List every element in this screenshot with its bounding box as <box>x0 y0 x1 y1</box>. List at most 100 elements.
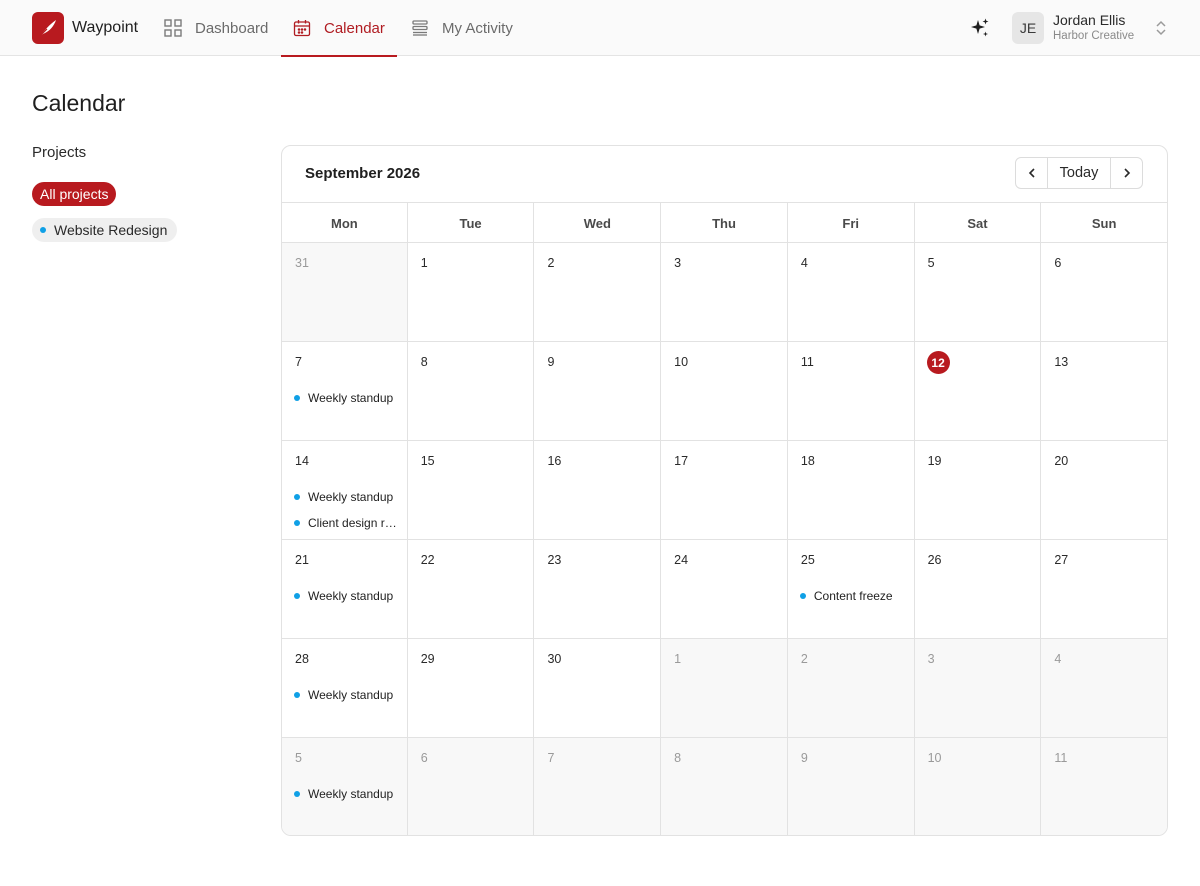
day-cell[interactable]: 3 <box>914 639 1042 737</box>
day-cell[interactable]: 3 <box>661 243 788 341</box>
calendar-event[interactable]: Weekly standup <box>294 385 399 411</box>
day-number: 5 <box>927 256 935 270</box>
week-row: 5 Weekly standup 6 7 8 9 10 11 <box>282 738 1167 835</box>
project-filter-website-redesign[interactable]: Website Redesign <box>32 218 178 242</box>
day-cell[interactable]: 7 <box>534 738 662 835</box>
tab-dashboard[interactable]: Dashboard <box>164 0 268 56</box>
day-cell[interactable]: 2 <box>534 243 662 341</box>
brand[interactable]: Waypoint <box>32 11 138 44</box>
tab-calendar[interactable]: Calendar <box>281 0 397 57</box>
next-month-button[interactable] <box>1111 158 1142 188</box>
user-menu[interactable]: JE Jordan Ellis Harbor Creative <box>1012 11 1168 44</box>
day-cell[interactable]: 8 <box>661 738 788 835</box>
day-cell[interactable]: 9 <box>787 738 915 835</box>
day-cell[interactable]: 21 Weekly standup <box>282 540 408 638</box>
day-number: 2 <box>800 652 808 666</box>
day-cell[interactable]: 1 <box>661 639 788 737</box>
event-dot-icon <box>294 791 300 797</box>
day-cell[interactable]: 19 <box>914 441 1042 539</box>
previous-month-button[interactable] <box>1016 158 1047 188</box>
calendar-event[interactable]: Weekly standup <box>294 484 399 510</box>
day-number: 30 <box>547 652 562 666</box>
day-number: 6 <box>1054 256 1062 270</box>
day-cell[interactable]: 13 <box>1041 342 1167 440</box>
day-cell[interactable]: 9 <box>534 342 662 440</box>
day-cell[interactable]: 28 Weekly standup <box>282 639 408 737</box>
calendar-event[interactable]: Weekly standup <box>294 583 399 609</box>
day-number: 11 <box>800 355 814 369</box>
day-number: 6 <box>420 751 428 765</box>
day-number: 4 <box>800 256 808 270</box>
day-cell[interactable]: 25 Content freeze <box>787 540 915 638</box>
day-cell[interactable]: 6 <box>1041 243 1167 341</box>
day-cell[interactable]: 7 Weekly standup <box>282 342 408 440</box>
day-cell[interactable]: 22 <box>407 540 535 638</box>
day-cell[interactable]: 23 <box>534 540 662 638</box>
day-cell[interactable]: 11 <box>787 342 915 440</box>
day-cell[interactable]: 31 <box>282 243 408 341</box>
day-number: 16 <box>547 454 562 468</box>
day-number: 18 <box>800 454 815 468</box>
day-number: 8 <box>420 355 428 369</box>
event-title: Client design review <box>308 516 399 530</box>
day-cell[interactable]: 1 <box>407 243 535 341</box>
calendar-event[interactable]: Client design review <box>294 510 399 536</box>
day-cell[interactable]: 10 <box>661 342 788 440</box>
calendar-event[interactable]: Weekly standup <box>294 682 399 708</box>
day-cell[interactable]: 4 <box>1041 639 1167 737</box>
day-cell-today[interactable]: 12 <box>914 342 1042 440</box>
event-title: Weekly standup <box>308 688 394 702</box>
day-cell[interactable]: 5 <box>914 243 1042 341</box>
avatar: JE <box>1012 11 1044 44</box>
day-cell[interactable]: 29 <box>407 639 535 737</box>
day-cell[interactable]: 4 <box>787 243 915 341</box>
tab-label: Dashboard <box>195 19 269 37</box>
day-number: 1 <box>674 652 682 666</box>
day-cell[interactable]: 18 <box>787 441 915 539</box>
day-cell[interactable]: 6 <box>407 738 535 835</box>
day-number: 3 <box>674 256 682 270</box>
calendar-event[interactable]: Weekly standup <box>294 781 399 807</box>
projects-heading: Projects <box>32 144 87 161</box>
event-dot-icon <box>799 593 806 599</box>
week-row: 7 Weekly standup 8 9 10 11 12 13 <box>282 342 1167 441</box>
tab-label: My Activity <box>442 19 513 37</box>
day-cell[interactable]: 17 <box>661 441 788 539</box>
day-events: Weekly standup <box>294 781 399 807</box>
day-cell[interactable]: 20 <box>1041 441 1167 539</box>
day-events: Weekly standup <box>294 385 399 411</box>
weekday-header: Sun <box>1091 215 1117 231</box>
day-cell[interactable]: 27 <box>1041 540 1167 638</box>
day-number: 8 <box>674 751 682 765</box>
week-row: 31 1 2 3 4 5 6 <box>282 243 1167 342</box>
tab-my-activity[interactable]: My Activity <box>411 0 513 56</box>
day-cell[interactable]: 5 Weekly standup <box>282 738 408 835</box>
day-number: 13 <box>1054 355 1069 369</box>
page-title: Calendar <box>32 90 126 116</box>
day-cell[interactable]: 10 <box>914 738 1042 835</box>
day-cell[interactable]: 14 Weekly standup Client design review <box>282 441 408 539</box>
event-dot-icon <box>294 395 300 401</box>
day-cell[interactable]: 15 <box>407 441 535 539</box>
day-cell[interactable]: 16 <box>534 441 662 539</box>
day-cell[interactable]: 30 <box>534 639 662 737</box>
calendar-icon <box>293 19 311 37</box>
day-cell[interactable]: 8 <box>407 342 535 440</box>
day-number: 7 <box>547 751 555 765</box>
day-events: Content freeze <box>799 583 906 609</box>
ai-assistant-button[interactable] <box>969 17 991 39</box>
weekday-header: Sat <box>915 203 1042 243</box>
event-dot-icon <box>294 520 300 526</box>
day-number: 31 <box>295 256 309 270</box>
day-number: 17 <box>674 454 689 468</box>
day-cell[interactable]: 26 <box>914 540 1042 638</box>
day-cell[interactable]: 2 <box>787 639 915 737</box>
day-cell[interactable]: 11 <box>1041 738 1167 835</box>
day-number: 5 <box>295 751 302 765</box>
today-button[interactable]: Today <box>1047 158 1111 188</box>
project-filter-all[interactable]: All projects <box>32 182 117 206</box>
day-number: 14 <box>295 454 309 468</box>
day-number: 19 <box>927 454 942 468</box>
calendar-event[interactable]: Content freeze <box>799 583 906 609</box>
day-cell[interactable]: 24 <box>661 540 788 638</box>
